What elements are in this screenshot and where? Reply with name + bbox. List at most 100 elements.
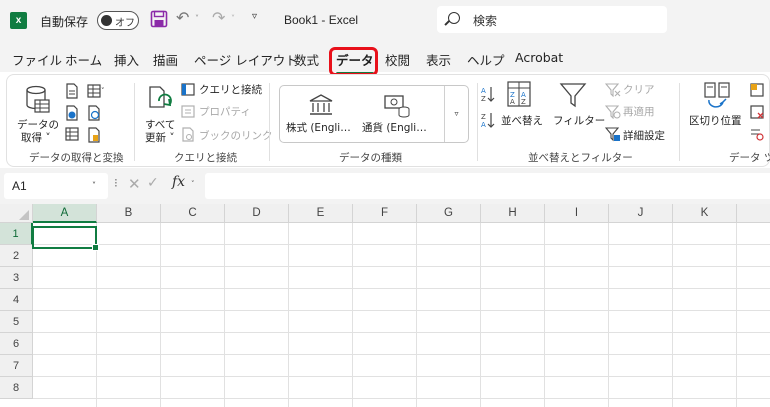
tab-draw[interactable]: 描画 <box>153 50 178 69</box>
existing-connections-icon[interactable] <box>65 127 79 141</box>
grid-line <box>416 223 417 407</box>
grid-line <box>33 310 770 311</box>
insert-function-icon[interactable]: fx <box>172 174 185 190</box>
column-header[interactable]: F <box>353 204 417 223</box>
cancel-icon[interactable]: ✕ <box>128 175 141 193</box>
select-all-button[interactable] <box>0 204 33 223</box>
svg-text:Z: Z <box>521 98 526 106</box>
text-to-columns-label: 区切り位置 <box>689 115 742 127</box>
svg-text:A: A <box>510 98 515 106</box>
tab-help[interactable]: ヘルプ <box>467 50 505 69</box>
clear-filter-icon <box>605 83 621 97</box>
column-header[interactable]: B <box>97 204 161 223</box>
refresh-icon <box>149 86 172 108</box>
undo-dropdown-icon[interactable]: ˅ <box>195 14 199 23</box>
column-header[interactable] <box>737 204 770 223</box>
enter-icon[interactable]: ✓ <box>147 175 159 191</box>
reapply-icon <box>605 105 621 119</box>
queries-connections-icon <box>181 83 195 96</box>
column-header[interactable]: I <box>545 204 609 223</box>
row-header[interactable]: 7 <box>0 355 33 377</box>
group-separator <box>134 83 135 161</box>
column-header[interactable]: A <box>33 204 97 223</box>
undo-icon[interactable]: ↶ <box>176 8 189 27</box>
flash-fill-icon[interactable] <box>750 83 764 97</box>
save-icon[interactable] <box>150 10 168 28</box>
stocks-label: 株式 (Engli… <box>286 122 351 134</box>
row-header[interactable]: 6 <box>0 333 33 355</box>
column-header[interactable]: K <box>673 204 737 223</box>
sort-descending-icon[interactable]: ZA <box>481 111 495 129</box>
refresh-all-label-2: 更新 ˅ <box>145 132 175 144</box>
redo-icon[interactable]: ↷ <box>212 8 225 27</box>
active-cell-a1[interactable] <box>32 226 99 251</box>
tab-formulas[interactable]: 数式 <box>294 50 319 69</box>
row-header[interactable]: 5 <box>0 311 33 333</box>
grid-line <box>736 223 737 407</box>
get-data-label-2: 取得 ˅ <box>21 132 51 144</box>
more-options-icon[interactable]: ⁝ <box>114 176 118 190</box>
tab-file[interactable]: ファイル <box>12 50 62 69</box>
svg-text:˅: ˅ <box>101 87 105 95</box>
group-separator <box>477 83 478 161</box>
grid-line <box>33 244 770 245</box>
search-icon <box>448 12 460 24</box>
tab-insert[interactable]: 挿入 <box>114 50 139 69</box>
column-header[interactable]: E <box>289 204 353 223</box>
tab-view[interactable]: 表示 <box>426 50 451 69</box>
column-header[interactable]: G <box>417 204 481 223</box>
tab-home[interactable]: ホーム <box>65 50 102 69</box>
customize-qat-icon[interactable]: ▿ <box>252 11 257 22</box>
grid-line <box>224 223 225 407</box>
chevron-down-icon[interactable]: ˅ <box>92 181 96 190</box>
recent-sources-icon[interactable] <box>87 105 101 121</box>
tab-acrobat[interactable]: Acrobat <box>515 50 563 65</box>
grid-line <box>33 354 770 355</box>
autosave-label: 自動保存 <box>40 15 89 29</box>
autosave-toggle[interactable]: オフ <box>97 11 139 30</box>
autosave-state: オフ <box>115 18 135 29</box>
spreadsheet-grid[interactable]: A B C D E F G H I J K 1 2 3 4 5 6 7 8 <box>0 204 770 407</box>
properties-icon <box>181 105 195 118</box>
data-tab-highlight <box>329 47 378 76</box>
ribbon-body: データの 取得 ˅ ˅ データの取得と変換 すべて 更新 ˅ クエリと接続 プロ… <box>6 74 770 167</box>
name-box[interactable]: A1 ˅ <box>4 173 108 199</box>
grid-line <box>160 223 161 407</box>
from-text-icon[interactable] <box>65 83 79 99</box>
group-label-data-types: データの種類 <box>339 152 402 164</box>
clear-label: クリア <box>623 84 655 96</box>
data-validation-icon[interactable] <box>750 127 764 141</box>
data-source-icon[interactable] <box>87 127 101 143</box>
column-header[interactable]: D <box>225 204 289 223</box>
data-types-more-icon[interactable]: ▿ <box>444 86 468 142</box>
tab-page-layout[interactable]: ページ レイアウト <box>194 50 298 69</box>
search-placeholder: 検索 <box>473 14 498 28</box>
grid-line <box>33 376 770 377</box>
row-header[interactable]: 1 <box>0 223 33 245</box>
column-header[interactable]: C <box>161 204 225 223</box>
toggle-knob-icon <box>101 15 112 26</box>
column-header[interactable]: J <box>609 204 673 223</box>
redo-dropdown-icon[interactable]: ˅ <box>231 14 235 23</box>
grid-line <box>544 223 545 407</box>
row-header[interactable]: 2 <box>0 245 33 267</box>
tab-review[interactable]: 校閲 <box>385 50 410 69</box>
text-to-columns-icon <box>704 82 730 108</box>
chevron-down-icon[interactable]: ˅ <box>191 180 195 188</box>
column-header[interactable]: H <box>481 204 545 223</box>
row-header[interactable]: 8 <box>0 377 33 399</box>
formula-input[interactable] <box>205 173 770 199</box>
svg-text:Z: Z <box>481 113 486 121</box>
grid-line <box>33 266 770 267</box>
currency-icon <box>384 95 410 118</box>
sort-ascending-icon[interactable]: AZ <box>481 85 495 103</box>
remove-duplicates-icon[interactable] <box>750 105 764 119</box>
row-header[interactable]: 4 <box>0 289 33 311</box>
row-header[interactable]: 3 <box>0 267 33 289</box>
search-box[interactable]: 検索 <box>437 6 667 33</box>
group-separator <box>679 83 680 161</box>
from-table-icon[interactable]: ˅ <box>87 83 105 99</box>
svg-text:A: A <box>481 87 486 95</box>
document-title: Book1 - Excel <box>284 13 359 27</box>
from-web-icon[interactable] <box>65 105 79 121</box>
